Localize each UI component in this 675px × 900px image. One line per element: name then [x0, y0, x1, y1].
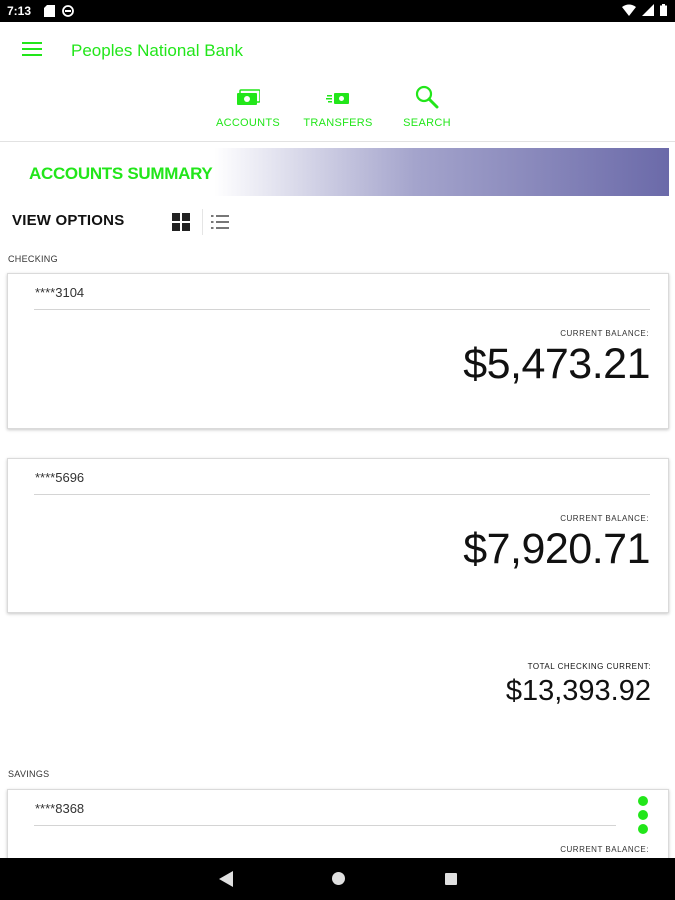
grid-view-icon[interactable] — [172, 213, 190, 231]
status-time: 7:13 — [7, 4, 32, 18]
app-title: Peoples National Bank — [71, 41, 244, 60]
tab-accounts-label: ACCOUNTS — [215, 117, 281, 129]
list-view-icon[interactable] — [211, 214, 229, 230]
card-divider — [34, 309, 650, 310]
page-title: ACCOUNTS SUMMARY — [29, 164, 213, 183]
tab-search[interactable]: SEARCH — [382, 84, 472, 129]
hamburger-menu-icon[interactable] — [22, 42, 42, 58]
balance-label: CURRENT BALANCE: — [560, 845, 649, 854]
sim-card-icon — [44, 5, 55, 17]
home-icon[interactable] — [332, 872, 345, 885]
balance-label: CURRENT BALANCE: — [560, 514, 649, 523]
status-icons — [622, 4, 667, 16]
tab-accounts[interactable]: ACCOUNTS — [203, 84, 293, 129]
back-icon[interactable] — [219, 871, 233, 887]
card-divider — [34, 494, 650, 495]
tab-search-label: SEARCH — [403, 117, 451, 129]
account-number: ****8368 — [35, 801, 85, 816]
total-checking-label: TOTAL CHECKING CURRENT: — [527, 662, 651, 671]
accounts-summary-banner: ACCOUNTS SUMMARY — [0, 148, 669, 196]
search-icon — [415, 85, 439, 109]
wifi-icon — [622, 4, 636, 16]
card-divider — [34, 825, 616, 826]
do-not-disturb-icon — [62, 5, 74, 17]
status-bar: 7:13 — [0, 0, 675, 22]
system-nav-bar — [0, 858, 675, 900]
app-bar: Peoples National Bank ACCOUNTS TRANSFERS — [0, 22, 675, 142]
account-card[interactable]: ****3104 CURRENT BALANCE: $5,473.21 — [7, 273, 669, 429]
more-options-icon[interactable] — [638, 796, 648, 838]
tab-transfers-label: TRANSFERS — [303, 117, 373, 129]
current-balance: $5,473.21 — [463, 340, 650, 388]
recent-apps-icon[interactable] — [445, 873, 457, 885]
account-number: ****3104 — [35, 285, 85, 300]
transfers-icon — [326, 93, 349, 104]
current-balance: $7,920.71 — [463, 525, 650, 573]
accounts-icon — [237, 89, 260, 105]
signal-icon — [642, 4, 654, 16]
total-checking-value: $13,393.92 — [505, 675, 651, 707]
view-options-divider — [202, 209, 203, 235]
view-options-label: VIEW OPTIONS — [12, 212, 125, 229]
battery-icon — [660, 4, 667, 16]
account-card[interactable]: ****5696 CURRENT BALANCE: $7,920.71 — [7, 458, 669, 613]
checking-section-label: CHECKING — [8, 254, 58, 264]
balance-label: CURRENT BALANCE: — [560, 329, 649, 338]
top-tabs: ACCOUNTS TRANSFERS SEARCH — [0, 84, 675, 136]
tab-transfers[interactable]: TRANSFERS — [293, 84, 383, 129]
savings-section-label: SAVINGS — [8, 769, 50, 779]
account-number: ****5696 — [35, 470, 85, 485]
